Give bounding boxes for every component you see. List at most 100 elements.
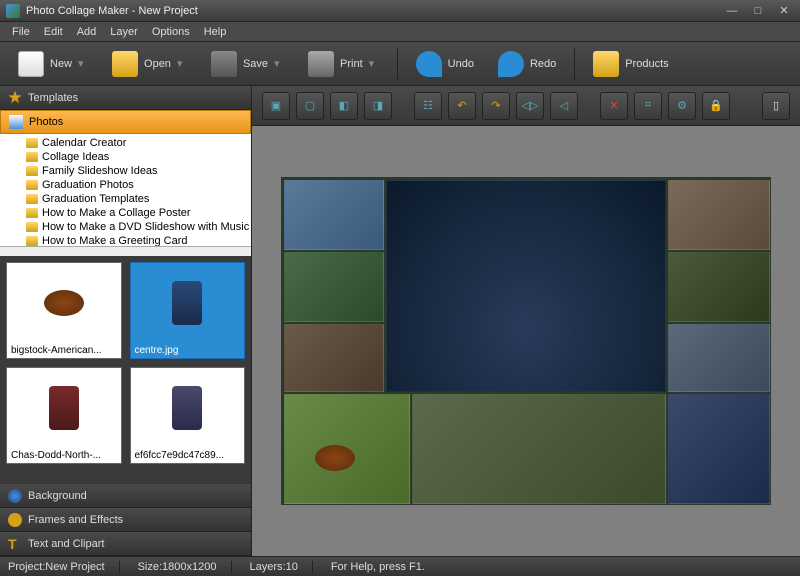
panel-templates[interactable]: Templates <box>0 86 251 110</box>
menu-edit[interactable]: Edit <box>38 24 69 40</box>
delete-icon: ✕ <box>609 99 618 112</box>
panel-photos[interactable]: Photos <box>0 110 251 134</box>
tree-item[interactable]: How to Make a DVD Slideshow with Music <box>26 220 251 234</box>
minimize-button[interactable]: — <box>722 4 742 18</box>
tree-item[interactable]: How to Make a Collage Poster <box>26 206 251 220</box>
save-button[interactable]: Save ▾ <box>201 47 294 81</box>
align-button[interactable]: ☷ <box>414 92 442 120</box>
layer-down-icon: ◨ <box>373 99 383 112</box>
thumbnail-image <box>11 372 117 444</box>
redo-label: Redo <box>530 58 556 70</box>
thumbnail[interactable]: ef6fcc7e9dc47c89... <box>130 367 246 464</box>
horizontal-scrollbar[interactable] <box>0 246 251 256</box>
rotate-right-button[interactable]: ↷ <box>482 92 510 120</box>
products-button[interactable]: Products <box>583 47 678 81</box>
flip-h-icon: ◁▷ <box>522 99 539 112</box>
collage-canvas[interactable] <box>281 177 771 505</box>
crop-button[interactable]: ⌗ <box>634 92 662 120</box>
collage-cell[interactable] <box>284 252 384 322</box>
thumbnail[interactable]: Chas-Dodd-North-... <box>6 367 122 464</box>
page-button[interactable]: ▯ <box>762 92 790 120</box>
tree-item[interactable]: How to Make a Greeting Card <box>26 234 251 246</box>
tree-item[interactable]: Graduation Photos <box>26 178 251 192</box>
flip-v-icon: ◁ <box>560 99 568 112</box>
resize-handle[interactable] <box>386 180 387 181</box>
tree-list[interactable]: Calendar Creator Collage Ideas Family Sl… <box>0 134 251 246</box>
send-backward-button[interactable]: ◨ <box>364 92 392 120</box>
thumbnail[interactable]: bigstock-American... <box>6 262 122 359</box>
lock-button[interactable]: 🔒 <box>702 92 730 120</box>
tree-item[interactable]: Calendar Creator <box>26 136 251 150</box>
status-project: Project:New Project <box>8 561 120 573</box>
folder-icon <box>26 166 38 176</box>
canvas-area: ▣ ▢ ◧ ◨ ☷ ↶ ↷ ◁▷ ◁ ✕ ⌗ ⚙ 🔒 ▯ <box>252 86 800 556</box>
background-icon <box>8 489 22 503</box>
maximize-button[interactable]: □ <box>748 4 768 18</box>
panel-text[interactable]: T Text and Clipart <box>0 532 251 556</box>
flip-vertical-button[interactable]: ◁ <box>550 92 578 120</box>
folder-tree: Calendar Creator Collage Ideas Family Sl… <box>0 134 251 256</box>
collage-cell[interactable] <box>668 324 770 392</box>
menu-add[interactable]: Add <box>71 24 103 40</box>
rotate-left-icon: ↶ <box>457 99 466 112</box>
collage-cell[interactable] <box>284 180 384 250</box>
menu-help[interactable]: Help <box>198 24 233 40</box>
panel-background[interactable]: Background <box>0 484 251 508</box>
chevron-down-icon: ▾ <box>177 57 187 70</box>
gear-icon: ⚙ <box>677 99 687 112</box>
print-button[interactable]: Print ▾ <box>298 47 389 81</box>
delete-button[interactable]: ✕ <box>600 92 628 120</box>
collage-cell[interactable] <box>412 394 666 504</box>
statusbar: Project:New Project Size:1800x1200 Layer… <box>0 556 800 576</box>
tree-item[interactable]: Family Slideshow Ideas <box>26 164 251 178</box>
folder-icon <box>26 236 38 246</box>
tree-item[interactable]: Collage Ideas <box>26 150 251 164</box>
menubar: File Edit Add Layer Options Help <box>0 22 800 42</box>
window-title: Photo Collage Maker - New Project <box>26 5 716 17</box>
resize-handle[interactable] <box>665 180 666 181</box>
sidebar: Templates Photos Calendar Creator Collag… <box>0 86 252 556</box>
new-button[interactable]: New ▾ <box>8 47 98 81</box>
text-icon: T <box>8 537 22 551</box>
rotate-left-button[interactable]: ↶ <box>448 92 476 120</box>
menu-file[interactable]: File <box>6 24 36 40</box>
open-button[interactable]: Open ▾ <box>102 47 197 81</box>
products-icon <box>593 51 619 77</box>
bring-forward-button[interactable]: ◧ <box>330 92 358 120</box>
collage-cell[interactable] <box>668 180 770 250</box>
folder-icon <box>26 180 38 190</box>
resize-handle[interactable] <box>386 283 387 290</box>
new-label: New <box>50 58 72 70</box>
resize-handle[interactable] <box>523 391 530 392</box>
send-back-button[interactable]: ▢ <box>296 92 324 120</box>
collage-cell[interactable] <box>668 394 770 504</box>
status-layers: Layers:10 <box>250 561 313 573</box>
collage-cell[interactable] <box>284 394 410 504</box>
close-button[interactable]: ✕ <box>774 4 794 18</box>
collage-cell-selected[interactable] <box>386 180 666 392</box>
resize-handle[interactable] <box>665 391 666 392</box>
open-label: Open <box>144 58 171 70</box>
canvas-viewport[interactable] <box>252 126 800 556</box>
settings-button[interactable]: ⚙ <box>668 92 696 120</box>
menu-options[interactable]: Options <box>146 24 196 40</box>
folder-icon <box>26 194 38 204</box>
panel-frames[interactable]: Frames and Effects <box>0 508 251 532</box>
collage-cell[interactable] <box>668 252 770 322</box>
thumbnail[interactable]: centre.jpg <box>130 262 246 359</box>
collage-cell[interactable] <box>284 324 384 392</box>
undo-button[interactable]: Undo <box>406 47 484 81</box>
titlebar: Photo Collage Maker - New Project — □ ✕ <box>0 0 800 22</box>
resize-handle[interactable] <box>665 283 666 290</box>
redo-button[interactable]: Redo <box>488 47 566 81</box>
resize-handle[interactable] <box>386 391 387 392</box>
bring-front-button[interactable]: ▣ <box>262 92 290 120</box>
flip-horizontal-button[interactable]: ◁▷ <box>516 92 544 120</box>
menu-layer[interactable]: Layer <box>104 24 144 40</box>
photos-icon <box>9 115 23 129</box>
thumbnail-image <box>135 372 241 444</box>
resize-handle[interactable] <box>523 180 530 181</box>
folder-icon <box>26 152 38 162</box>
folder-icon <box>26 208 38 218</box>
tree-item[interactable]: Graduation Templates <box>26 192 251 206</box>
